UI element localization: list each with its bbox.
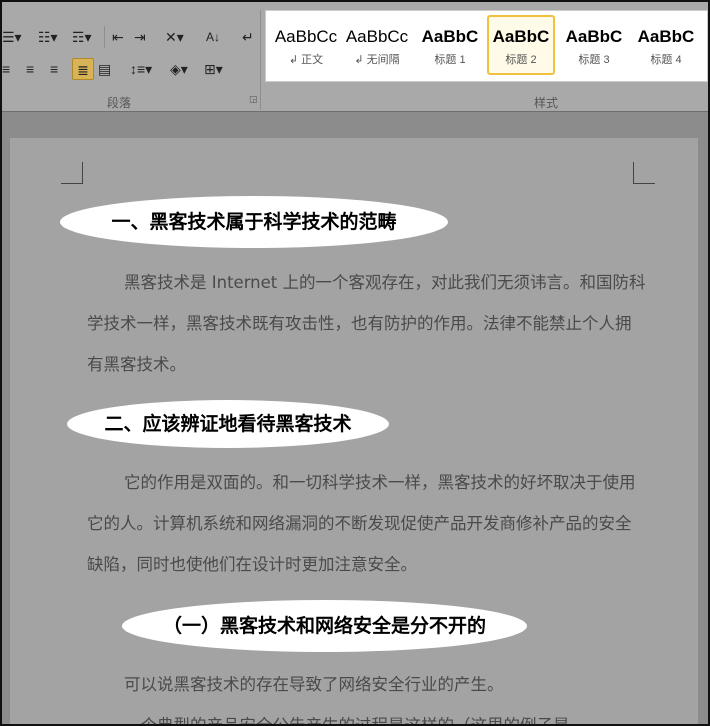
paragraph-1[interactable]: 黑客技术是 Internet 上的一个客观存在，对此我们无须讳言。和国防科学技术… [87,262,647,385]
style-name: ↲ 无间隔 [354,54,400,66]
align-center-button[interactable]: ≡ [26,58,34,80]
style-preview: AaBbC [421,27,479,46]
style-heading-1[interactable]: AaBbC 标题 1 [416,17,484,73]
increase-indent-button[interactable]: ⇥ [134,26,146,48]
style-normal[interactable]: AaBbCc ↲ 正文 [272,17,340,73]
numbering-button[interactable]: ☷▾ [38,26,58,48]
paragraph-text: 可以说黑客技术的存在导致了网络安全行业的产生。 [124,675,504,694]
justify-button[interactable]: ≣ [72,58,94,80]
style-heading-2[interactable]: AaBbC 标题 2 [487,15,555,75]
document-page[interactable]: 一、黑客技术属于科学技术的范畴 黑客技术是 Internet 上的一个客观存在，… [10,138,698,724]
show-marks-button[interactable]: ↵ [242,26,254,48]
style-no-spacing[interactable]: AaBbCc ↲ 无间隔 [343,17,411,73]
style-heading-3[interactable]: AaBbC 标题 3 [560,17,628,73]
document-canvas[interactable]: 一、黑客技术属于科学技术的范畴 黑客技术是 Internet 上的一个客观存在，… [2,113,708,724]
margin-corner-mark [633,162,655,184]
paragraph-text: 一个典型的产品安全公告产生的过程是这样的（这里的例子是 [124,716,570,724]
style-heading-4[interactable]: AaBbC 标题 4 [632,17,700,73]
style-name: ↲ 正文 [288,54,324,66]
paragraph-text: 黑客技术是 Internet 上的一个客观存在，对此我们无须讳言。和国防科学技术… [87,273,646,374]
style-preview: AaBbCc [345,27,409,46]
heading-3[interactable]: （一）黑客技术和网络安全是分不开的 [122,600,527,652]
style-name: 标题 2 [505,54,537,66]
paragraph-group-label: 段落 [107,96,132,110]
bullets-button[interactable]: ☰▾ [2,26,22,48]
group-separator [260,10,261,110]
line-spacing-button[interactable]: ↕≡▾ [130,58,152,80]
style-name: 标题 3 [578,54,610,66]
paragraph-3[interactable]: 可以说黑客技术的存在导致了网络安全行业的产生。 [87,664,647,705]
separator [104,26,105,48]
distributed-button[interactable]: ▤ [98,58,111,80]
heading-2[interactable]: 二、应该辨证地看待黑客技术 [67,400,389,448]
ribbon: ☰▾ ☷▾ ☶▾ ⇤ ⇥ ✕▾ A↓ ↵ ≡ ≡ ≡ ≣ ▤ ↕≡▾ ◈▾ ⊞▾… [2,2,708,112]
paragraph-4[interactable]: 一个典型的产品安全公告产生的过程是这样的（这里的例子是 [87,705,647,724]
margin-corner-mark [61,162,83,184]
styles-gallery: AaBbCc ↲ 正文 AaBbCc ↲ 无间隔 AaBbC 标题 1 AaBbC 标题… [265,10,708,82]
borders-button[interactable]: ⊞▾ [204,58,223,80]
style-name: 标题 4 [650,54,682,66]
sort-button[interactable]: A↓ [206,26,220,48]
shading-button[interactable]: ◈▾ [170,58,188,80]
style-preview: AaBbC [565,27,623,46]
styles-group-label: 样式 [534,96,559,110]
multilevel-list-button[interactable]: ☶▾ [72,26,92,48]
paragraph-text: 它的作用是双面的。和一切科学技术一样，黑客技术的好坏取决于使用它的人。计算机系统… [87,473,636,574]
style-preview: AaBbCc [274,27,338,46]
chinese-layout-button[interactable]: ✕▾ [165,26,184,48]
word-window: ☰▾ ☷▾ ☶▾ ⇤ ⇥ ✕▾ A↓ ↵ ≡ ≡ ≡ ≣ ▤ ↕≡▾ ◈▾ ⊞▾… [2,2,708,724]
decrease-indent-button[interactable]: ⇤ [112,26,124,48]
align-left-button[interactable]: ≡ [2,58,10,80]
paragraph-dialog-launcher-icon[interactable]: ◲ [249,94,258,105]
style-name: 标题 1 [434,54,466,66]
paragraph-2[interactable]: 它的作用是双面的。和一切科学技术一样，黑客技术的好坏取决于使用它的人。计算机系统… [87,462,647,585]
style-preview: AaBbC [492,27,550,46]
style-preview: AaBbC [637,27,695,46]
heading-1[interactable]: 一、黑客技术属于科学技术的范畴 [60,196,448,248]
align-right-button[interactable]: ≡ [50,58,58,80]
